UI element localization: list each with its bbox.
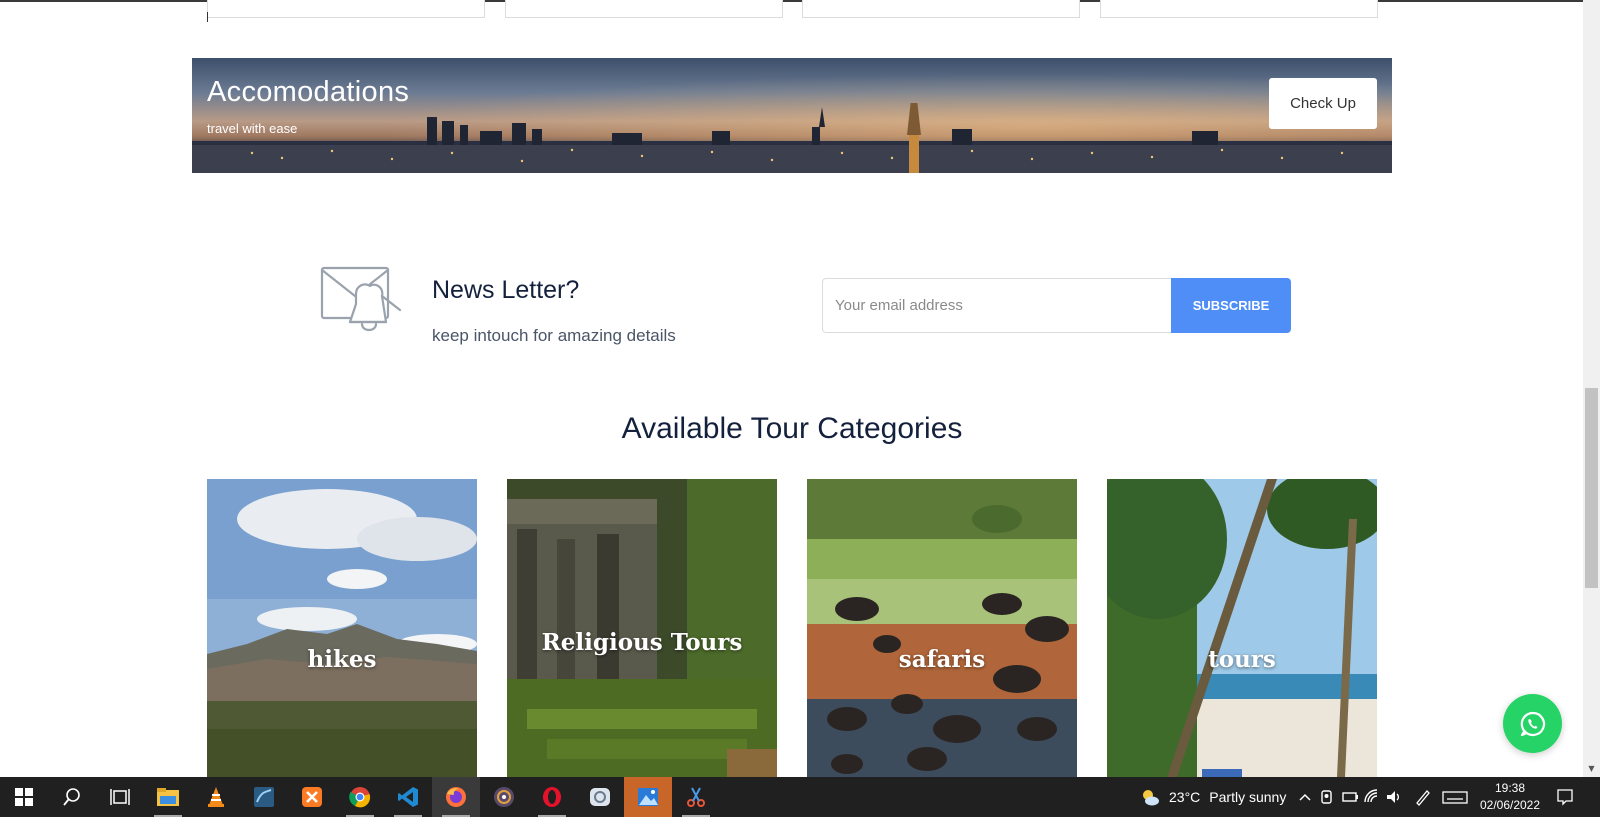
banner-subtitle: travel with ease [207, 121, 298, 136]
media-player-icon [494, 787, 514, 807]
newsletter-bell-envelope-icon [320, 266, 402, 332]
vlc-icon [208, 787, 224, 807]
taskbar-opera[interactable] [528, 777, 576, 817]
wifi-icon[interactable] [1362, 787, 1382, 807]
category-label-hikes: hikes [307, 646, 377, 673]
banner-title: Accomodations [207, 76, 410, 108]
clock-time: 19:38 [1494, 781, 1526, 795]
vscode-icon [398, 787, 418, 807]
taskbar-vscode[interactable] [384, 777, 432, 817]
category-card-safaris[interactable]: safaris [807, 479, 1077, 777]
snip-tool-icon [687, 787, 705, 807]
taskbar-settings-app[interactable] [576, 777, 624, 817]
category-label-tours: tours [1208, 646, 1276, 673]
notifications-icon[interactable] [1555, 787, 1575, 807]
tour-categories-heading: Available Tour Categories [621, 412, 963, 445]
weather-temperature: 23°C [1169, 789, 1201, 805]
taskbar-file-explorer[interactable] [144, 777, 192, 817]
taskbar-chrome[interactable] [336, 777, 384, 817]
hikes-image [207, 479, 477, 777]
volume-icon[interactable] [1384, 787, 1404, 807]
category-card-hikes[interactable]: hikes [207, 479, 477, 777]
file-explorer-icon [157, 788, 179, 806]
task-view-button[interactable] [96, 777, 144, 817]
category-label-safaris: safaris [898, 646, 986, 673]
email-input[interactable] [822, 278, 1171, 333]
pen-workspace-icon[interactable] [1413, 787, 1433, 807]
previous-card[interactable] [505, 0, 783, 18]
meet-now-icon[interactable] [1318, 787, 1338, 807]
whatsapp-chat-button[interactable] [1503, 694, 1562, 753]
opera-icon [543, 787, 561, 807]
touch-keyboard-icon[interactable] [1442, 787, 1468, 807]
weather-widget[interactable]: 23°C Partly sunny [1169, 777, 1286, 817]
previous-card[interactable] [802, 0, 1080, 18]
chrome-icon [349, 787, 371, 808]
tours-image [1107, 479, 1377, 777]
taskbar-media-player[interactable] [480, 777, 528, 817]
taskbar-clock[interactable]: 19:38 02/06/2022 [1475, 780, 1545, 814]
settings-app-icon [590, 788, 610, 806]
category-card-religious-tours[interactable]: Religious Tours [507, 479, 777, 777]
xampp-icon [302, 787, 322, 807]
show-hidden-icons-chevron-icon[interactable] [1295, 787, 1315, 807]
search-icon [63, 788, 80, 806]
taskbar-firefox[interactable] [432, 777, 480, 817]
taskbar-xampp[interactable] [288, 777, 336, 817]
newsletter-title: News Letter? [432, 276, 580, 304]
taskbar-photos[interactable] [624, 777, 672, 817]
taskbar-mysql-workbench[interactable] [240, 777, 288, 817]
clock-date: 02/06/2022 [1479, 798, 1541, 812]
category-label-religious-tours: Religious Tours [541, 629, 743, 656]
taskbar-snip-tool[interactable] [672, 777, 720, 817]
taskbar-search-button[interactable] [48, 777, 96, 817]
mysql-workbench-icon [254, 787, 274, 807]
whatsapp-icon [1520, 711, 1545, 736]
safaris-image [807, 479, 1077, 777]
previous-card[interactable] [207, 0, 485, 18]
city-skyline-image [192, 103, 1392, 173]
weather-description: Partly sunny [1209, 789, 1287, 805]
weather-partly-sunny-icon[interactable] [1140, 787, 1160, 807]
category-card-tours[interactable]: tours [1107, 479, 1377, 777]
task-view-icon [110, 789, 130, 805]
previous-card[interactable] [1100, 0, 1378, 18]
scrollbar-thumb[interactable] [1585, 388, 1598, 588]
firefox-icon [446, 787, 466, 807]
check-up-button[interactable]: Check Up [1269, 78, 1377, 129]
accommodations-banner: Accomodations travel with ease Check Up [192, 58, 1392, 173]
newsletter-subtitle: keep intouch for amazing details [432, 326, 676, 345]
windows-taskbar: 23°C Partly sunny 19:38 02/06/2022 [0, 777, 1600, 817]
windows-start-button[interactable] [0, 777, 48, 817]
scroll-down-arrow-icon[interactable]: ▼ [1586, 763, 1597, 774]
text-caret [207, 12, 208, 22]
photos-icon [638, 788, 658, 806]
battery-icon[interactable] [1340, 787, 1360, 807]
newsletter-form: SUBSCRIBE [822, 278, 1291, 333]
taskbar-vlc[interactable] [192, 777, 240, 817]
windows-start-icon [15, 788, 33, 806]
subscribe-button[interactable]: SUBSCRIBE [1171, 278, 1291, 333]
